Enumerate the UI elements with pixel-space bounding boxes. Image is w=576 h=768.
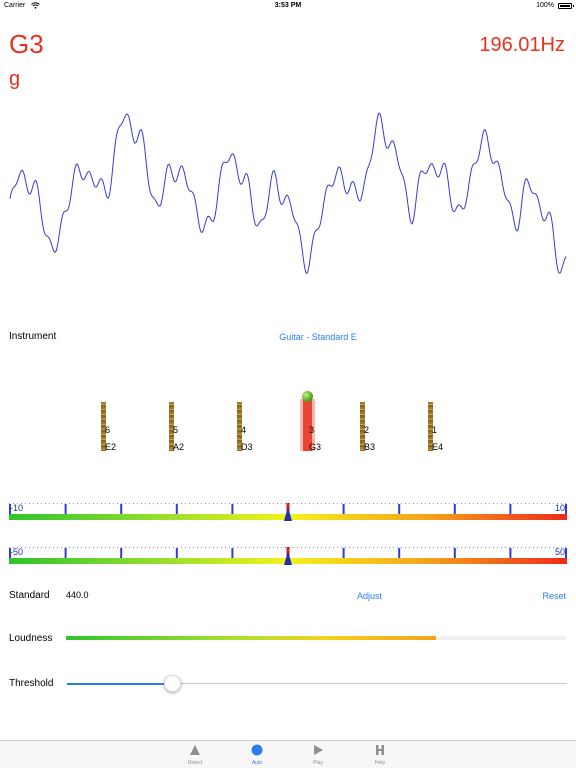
tab-help[interactable]: Help xyxy=(350,743,410,766)
string-number: 6 xyxy=(105,425,111,435)
string-note: E2 xyxy=(105,442,117,452)
coarse-meter-needle xyxy=(284,547,292,565)
string-note: D3 xyxy=(241,442,253,452)
threshold-label: Threshold xyxy=(9,678,54,689)
string-number: 1 xyxy=(432,425,438,435)
adjust-button[interactable]: Adjust xyxy=(357,591,382,601)
status-bar: Carrier 3:53 PM 100% xyxy=(0,0,576,13)
tab-auto[interactable]: Auto xyxy=(227,743,287,766)
loudness-label: Loudness xyxy=(9,633,53,644)
circle-icon xyxy=(227,743,287,757)
string-note: E4 xyxy=(432,442,444,452)
string-note: A2 xyxy=(173,442,185,452)
clock: 3:53 PM xyxy=(274,2,302,9)
active-string-indicator-icon xyxy=(302,391,313,402)
threshold-track-filled xyxy=(67,683,172,685)
reset-button[interactable]: Reset xyxy=(542,591,566,601)
string-note: G3 xyxy=(309,442,322,452)
string-indicator: 6 E2 5 A2 4 D3 3 G3 2 B3 1 E4 xyxy=(0,385,576,465)
string-note: B3 xyxy=(364,442,376,452)
help-h-icon xyxy=(350,743,410,757)
battery-icon xyxy=(558,3,574,9)
triangle-icon xyxy=(165,743,225,757)
loudness-level-bar xyxy=(66,636,436,640)
waveform-line xyxy=(9,112,567,275)
waveform-plot xyxy=(9,112,567,275)
meter-needle-pointer xyxy=(284,551,292,565)
threshold-slider-thumb[interactable] xyxy=(164,675,181,692)
tab-auto-label: Auto xyxy=(251,760,263,766)
string-number: 4 xyxy=(241,425,247,435)
instrument-selector[interactable]: Guitar - Standard E xyxy=(0,332,576,342)
tab-detect[interactable]: Detect xyxy=(165,743,225,766)
standard-label: Standard xyxy=(9,590,50,601)
battery-percent: 100% xyxy=(536,2,554,9)
tab-help-label: Help xyxy=(374,760,386,766)
fine-meter-needle xyxy=(284,503,292,521)
detected-note: G3 xyxy=(9,29,44,59)
detected-frequency: 196.01Hz xyxy=(479,34,565,56)
tab-play[interactable]: Play xyxy=(288,743,348,766)
string-number: 5 xyxy=(173,425,179,435)
standard-value: 440.0 xyxy=(66,590,89,600)
threshold-track xyxy=(172,683,567,684)
tab-play-label: Play xyxy=(313,760,323,766)
string-number: 2 xyxy=(364,425,370,435)
tab-bar: Detect Auto Play Help xyxy=(0,740,576,768)
meter-needle-pointer xyxy=(284,507,292,521)
play-icon xyxy=(288,743,348,757)
string-number: 3 xyxy=(309,425,315,435)
tab-detect-label: Detect xyxy=(187,760,203,766)
